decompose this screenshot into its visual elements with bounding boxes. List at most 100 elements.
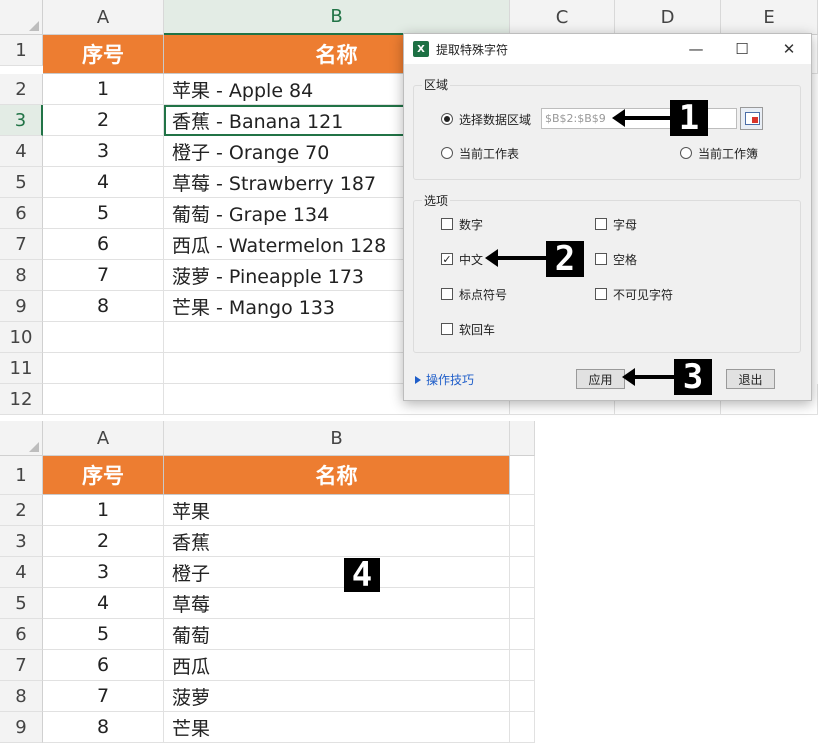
table-cell-serial[interactable]: 7 bbox=[43, 260, 164, 291]
row-header[interactable]: 11 bbox=[0, 353, 43, 384]
table-cell-serial[interactable]: 5 bbox=[43, 619, 164, 650]
column-header-a[interactable]: A bbox=[43, 421, 164, 456]
checkbox-soft-return[interactable] bbox=[441, 323, 453, 335]
radio-selected-range-label[interactable]: 选择数据区域 bbox=[459, 111, 531, 128]
empty-cell[interactable] bbox=[510, 619, 535, 650]
header-cell-serial[interactable]: 序号 bbox=[43, 456, 164, 495]
row-header[interactable]: 3 bbox=[0, 105, 43, 136]
row-header[interactable]: 10 bbox=[0, 322, 43, 353]
tips-link[interactable]: 操作技巧 bbox=[415, 371, 474, 388]
column-header-e[interactable]: E bbox=[721, 0, 818, 35]
minimize-button[interactable]: — bbox=[673, 34, 719, 64]
row-header[interactable]: 6 bbox=[0, 198, 43, 229]
row-header[interactable]: 7 bbox=[0, 650, 43, 681]
row-header[interactable]: 12 bbox=[0, 384, 43, 415]
close-button[interactable]: ✕ bbox=[766, 34, 812, 64]
exit-button[interactable]: 退出 bbox=[726, 369, 775, 389]
select-all-corner[interactable] bbox=[0, 0, 43, 35]
row-header[interactable]: 5 bbox=[0, 167, 43, 198]
apply-button[interactable]: 应用 bbox=[576, 369, 625, 389]
checkbox-invisible-label[interactable]: 不可见字符 bbox=[613, 286, 673, 303]
table-cell-serial[interactable]: 1 bbox=[43, 74, 164, 105]
checkbox-punctuation-label[interactable]: 标点符号 bbox=[459, 286, 507, 303]
table-cell-serial[interactable]: 6 bbox=[43, 650, 164, 681]
radio-current-book[interactable] bbox=[680, 147, 692, 159]
checkbox-chinese[interactable]: ✓ bbox=[441, 253, 453, 265]
checkbox-digits[interactable] bbox=[441, 218, 453, 230]
table-cell-name[interactable]: 芒果 bbox=[164, 712, 510, 743]
range-picker-icon[interactable] bbox=[740, 107, 763, 130]
column-header-b[interactable]: B bbox=[164, 421, 510, 456]
empty-cell[interactable] bbox=[510, 526, 535, 557]
annotation-badge-1: 1 bbox=[670, 98, 708, 138]
row-header[interactable]: 4 bbox=[0, 557, 43, 588]
empty-cell[interactable] bbox=[43, 384, 164, 415]
table-cell-serial[interactable]: 6 bbox=[43, 229, 164, 260]
checkbox-digits-label[interactable]: 数字 bbox=[459, 216, 483, 233]
empty-cell[interactable] bbox=[510, 650, 535, 681]
checkbox-invisible[interactable] bbox=[595, 288, 607, 300]
empty-cell[interactable] bbox=[510, 495, 535, 526]
table-cell-name[interactable]: 橙子 bbox=[164, 557, 510, 588]
radio-current-sheet-label[interactable]: 当前工作表 bbox=[459, 145, 519, 162]
row-header[interactable]: 2 bbox=[0, 495, 43, 526]
dialog-titlebar[interactable]: X 提取特殊字符 — ☐ ✕ bbox=[404, 34, 811, 64]
row-header[interactable]: 8 bbox=[0, 681, 43, 712]
maximize-button[interactable]: ☐ bbox=[719, 34, 765, 64]
table-cell-name[interactable]: 草莓 bbox=[164, 588, 510, 619]
annotation-badge-4: 4 bbox=[344, 555, 380, 595]
row-header[interactable]: 7 bbox=[0, 229, 43, 260]
row-header[interactable]: 1 bbox=[0, 35, 43, 66]
row-header[interactable]: 2 bbox=[0, 74, 43, 105]
empty-cell[interactable] bbox=[510, 557, 535, 588]
radio-selected-range[interactable] bbox=[441, 113, 453, 125]
empty-cell[interactable] bbox=[43, 322, 164, 353]
table-cell-serial[interactable]: 5 bbox=[43, 198, 164, 229]
table-cell-name[interactable]: 西瓜 bbox=[164, 650, 510, 681]
table-cell-serial[interactable]: 4 bbox=[43, 588, 164, 619]
table-cell-serial[interactable]: 4 bbox=[43, 167, 164, 198]
row-header[interactable]: 4 bbox=[0, 136, 43, 167]
checkbox-spaces-label[interactable]: 空格 bbox=[613, 251, 637, 268]
table-cell-serial[interactable]: 1 bbox=[43, 495, 164, 526]
empty-cell[interactable] bbox=[510, 712, 535, 743]
table-cell-serial[interactable]: 3 bbox=[43, 136, 164, 167]
checkbox-letters-label[interactable]: 字母 bbox=[613, 216, 637, 233]
row-header[interactable]: 9 bbox=[0, 291, 43, 322]
row-header[interactable]: 3 bbox=[0, 526, 43, 557]
row-header[interactable]: 1 bbox=[0, 456, 43, 495]
row-header[interactable]: 6 bbox=[0, 619, 43, 650]
column-header-c[interactable]: C bbox=[510, 0, 615, 35]
checkbox-letters[interactable] bbox=[595, 218, 607, 230]
table-cell-name[interactable]: 葡萄 bbox=[164, 619, 510, 650]
table-cell-name[interactable]: 苹果 bbox=[164, 495, 510, 526]
empty-cell[interactable] bbox=[510, 588, 535, 619]
table-cell-serial[interactable]: 7 bbox=[43, 681, 164, 712]
checkbox-punctuation[interactable] bbox=[441, 288, 453, 300]
table-cell-serial[interactable]: 2 bbox=[43, 526, 164, 557]
row-header[interactable]: 9 bbox=[0, 712, 43, 743]
empty-cell[interactable] bbox=[43, 353, 164, 384]
empty-cell[interactable] bbox=[510, 681, 535, 712]
header-cell-serial[interactable]: 序号 bbox=[43, 35, 164, 74]
row-header[interactable]: 8 bbox=[0, 260, 43, 291]
select-all-corner[interactable] bbox=[0, 421, 43, 456]
header-cell-name[interactable]: 名称 bbox=[164, 456, 510, 495]
checkbox-spaces[interactable] bbox=[595, 253, 607, 265]
column-header-d[interactable]: D bbox=[615, 0, 721, 35]
table-cell-serial[interactable]: 3 bbox=[43, 557, 164, 588]
row-header[interactable]: 5 bbox=[0, 588, 43, 619]
empty-cell[interactable] bbox=[510, 456, 535, 495]
column-header-a[interactable]: A bbox=[43, 0, 164, 35]
table-cell-serial[interactable]: 8 bbox=[43, 291, 164, 322]
radio-current-sheet[interactable] bbox=[441, 147, 453, 159]
table-cell-name[interactable]: 香蕉 bbox=[164, 526, 510, 557]
column-header-b[interactable]: B bbox=[164, 0, 510, 35]
table-cell-serial[interactable]: 2 bbox=[43, 105, 164, 136]
checkbox-chinese-label[interactable]: 中文 bbox=[459, 251, 483, 268]
table-cell-serial[interactable]: 8 bbox=[43, 712, 164, 743]
table-cell-name[interactable]: 菠萝 bbox=[164, 681, 510, 712]
radio-current-book-label[interactable]: 当前工作簿 bbox=[698, 145, 758, 162]
column-header-c[interactable] bbox=[510, 421, 535, 456]
checkbox-soft-return-label[interactable]: 软回车 bbox=[459, 321, 495, 338]
